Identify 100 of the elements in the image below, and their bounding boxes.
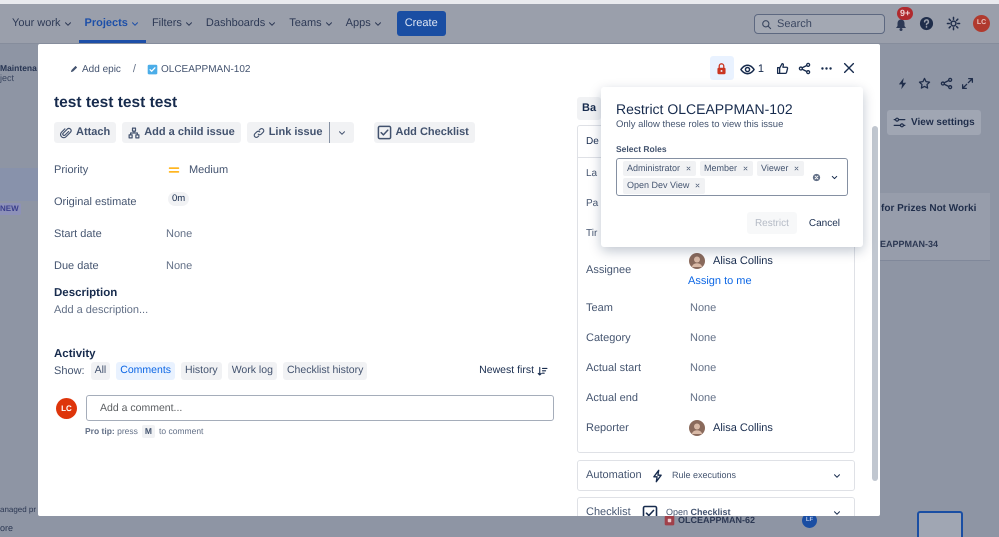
filter-chip[interactable]: All — [90, 362, 110, 380]
field-value[interactable]: None — [690, 330, 716, 346]
nav-menu-item[interactable]: Your work — [6, 4, 79, 43]
user-name[interactable]: Alisa Collins — [713, 420, 773, 436]
field-label: Tir — [586, 228, 598, 239]
checkbox-icon — [376, 125, 392, 140]
field-label: Actual end — [586, 392, 638, 404]
field-label: Start date — [54, 226, 103, 242]
create-button[interactable]: Create — [396, 11, 446, 36]
field-label: Reporter — [586, 422, 629, 434]
sliders-icon — [893, 116, 906, 129]
field-label: Actual start — [586, 362, 642, 374]
issue-key-link[interactable]: OLCEAPPMAN-102 — [144, 58, 254, 80]
comment-field[interactable]: Add a comment... — [86, 395, 554, 421]
role-tag: Member — [700, 160, 754, 176]
settings-icon[interactable] — [946, 16, 961, 31]
toolbar-button[interactable]: Attach — [54, 122, 116, 143]
bolt-icon[interactable] — [896, 77, 909, 90]
expand-icon[interactable] — [961, 77, 974, 90]
field-value[interactable]: None — [690, 300, 716, 316]
issue-key: EAPPMAN-34 — [880, 238, 938, 252]
issue-title[interactable]: test test test test — [54, 93, 555, 113]
field-label: Select Roles — [616, 143, 668, 155]
remove-icon[interactable] — [742, 164, 750, 172]
filter-label: Show: — [54, 364, 85, 379]
field-label: Team — [586, 302, 613, 314]
status-button[interactable]: Ba — [577, 97, 602, 120]
watch-button[interactable]: 1 — [736, 58, 767, 80]
dropdown-button[interactable] — [328, 122, 354, 143]
link-icon — [252, 126, 265, 138]
remove-icon[interactable] — [694, 182, 702, 190]
panel-heading[interactable]: De — [586, 134, 599, 149]
field-value[interactable]: None — [690, 390, 716, 406]
toolbar-button[interactable]: Add a child issue — [122, 122, 241, 143]
nav-menu-item[interactable]: Filters — [146, 4, 200, 43]
field-value[interactable]: None — [690, 360, 716, 376]
filter-chip[interactable]: Work log — [228, 362, 277, 380]
help-icon[interactable] — [919, 16, 934, 31]
notification-count-badge: 9+ — [897, 6, 914, 20]
field-label: Priority — [54, 162, 90, 178]
filter-chip[interactable]: Comments — [116, 362, 176, 380]
dialog-button[interactable]: Cancel — [800, 212, 848, 234]
remove-icon[interactable] — [793, 164, 800, 172]
collapsible-panel[interactable]: Automation Rule executions — [577, 460, 855, 491]
hierarchy-icon — [128, 126, 140, 138]
thumbs-up-icon[interactable] — [776, 62, 789, 75]
project-type: ject — [0, 72, 14, 85]
roles-select[interactable]: Administrator Member Viewer Open Dev View — [616, 158, 848, 196]
eye-icon — [740, 62, 755, 76]
checkbox-icon — [146, 64, 158, 74]
breadcrumb-separator: / — [132, 62, 136, 77]
view-settings-button[interactable]: View settings — [887, 110, 981, 135]
toolbar-button[interactable]: Link issue — [246, 122, 328, 143]
nav-menu-item[interactable]: Apps — [340, 4, 389, 43]
project-name: Maintena — [0, 62, 37, 74]
scrollbar-thumb[interactable] — [872, 126, 878, 481]
field-value[interactable]: None — [166, 226, 192, 242]
add-epic-link[interactable]: Add epic — [66, 58, 124, 80]
star-icon[interactable] — [918, 77, 931, 90]
card-title: for Prizes Not Worki — [881, 202, 978, 216]
sidebar-text: anaged pr — [0, 504, 36, 516]
restriction-button[interactable] — [710, 56, 734, 80]
sidebar-text: ore — [0, 522, 14, 535]
estimate-value[interactable]: 0m — [168, 192, 190, 206]
close-icon[interactable] — [842, 61, 856, 75]
board-thumbnail[interactable] — [917, 511, 963, 537]
pro-tip-text: Pro tip: press — [85, 425, 138, 438]
field-label: La — [586, 168, 598, 179]
checkbox-icon — [642, 504, 658, 516]
pencil-icon — [69, 64, 79, 74]
nav-menu-item[interactable]: Dashboards — [200, 4, 284, 43]
paperclip-icon — [60, 126, 72, 138]
pro-tip-text: to comment — [159, 425, 204, 438]
toolbar-button[interactable]: Add Checklist — [374, 122, 475, 143]
clear-icon[interactable] — [812, 172, 821, 182]
field-value[interactable]: None — [166, 258, 192, 274]
panel-description: Rule executions — [672, 468, 736, 482]
search-icon — [761, 18, 772, 30]
role-tag: Administrator — [623, 160, 696, 176]
user-name[interactable]: Alisa Collins — [713, 252, 773, 270]
lightning-icon — [651, 468, 664, 482]
search-field[interactable]: Search — [754, 14, 885, 34]
nav-menu-item[interactable]: Teams — [283, 4, 340, 43]
sort-icon — [537, 366, 548, 376]
description-field[interactable]: Add a description... — [54, 302, 555, 318]
section-heading: Description — [54, 286, 118, 301]
remove-icon[interactable] — [685, 164, 692, 172]
share-icon[interactable] — [798, 62, 811, 75]
section-heading: Activity — [54, 347, 97, 362]
assign-to-me-link[interactable]: Assign to me — [688, 274, 773, 288]
filter-chip[interactable]: Checklist history — [282, 362, 368, 380]
filter-chip[interactable]: History — [181, 362, 222, 380]
field-label: Assignee — [586, 264, 632, 276]
status-tag: NEW — [0, 203, 21, 215]
role-tag: Viewer — [757, 160, 804, 176]
user-avatar — [689, 420, 705, 436]
priority-value[interactable]: Medium — [166, 159, 232, 181]
user-avatar — [689, 253, 705, 269]
field-label: Pa — [586, 198, 598, 209]
sort-button[interactable]: Newest first — [476, 360, 551, 382]
